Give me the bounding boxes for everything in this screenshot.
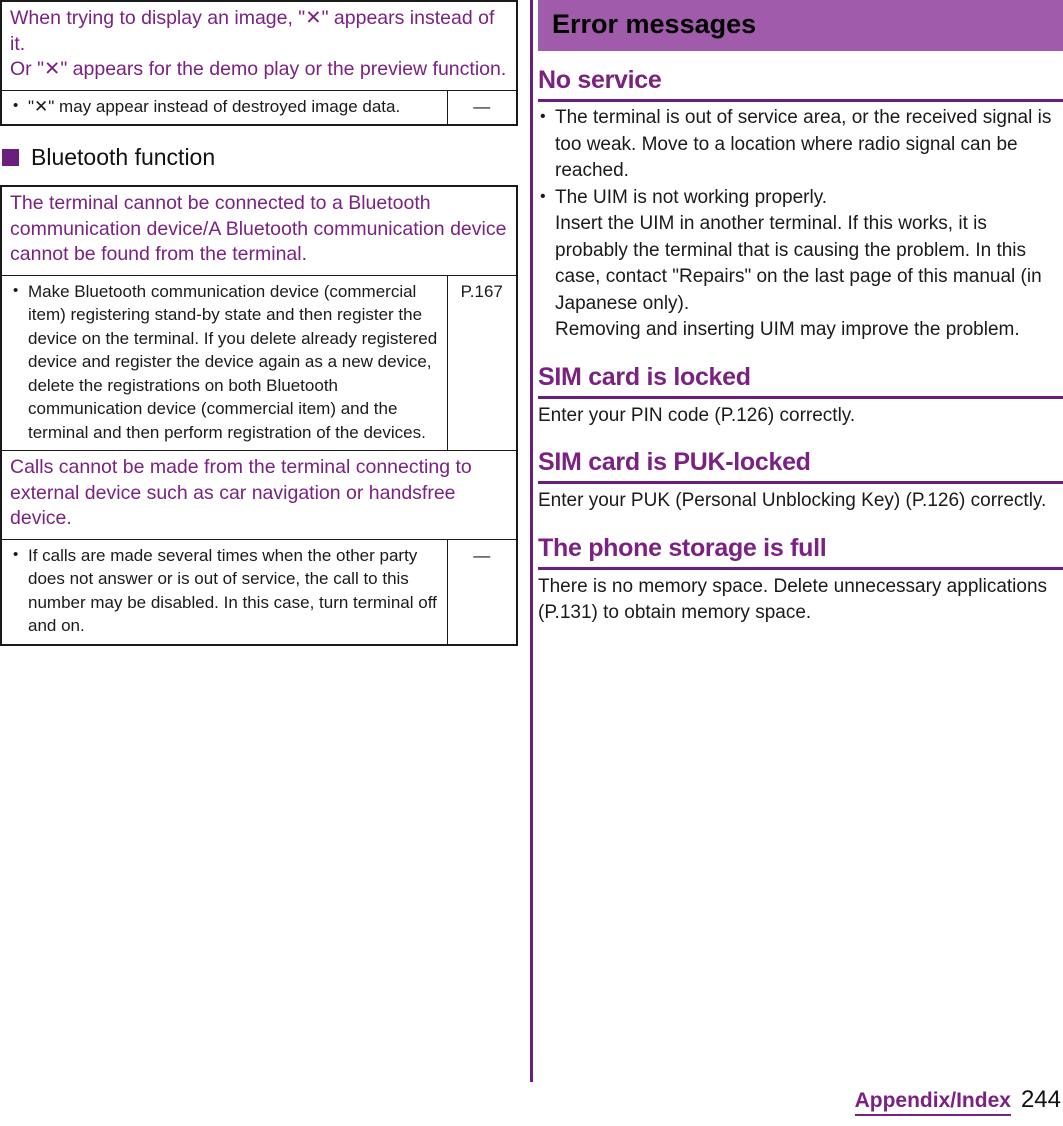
remedy-cell: If calls are made several times when the… — [0, 538, 448, 645]
symptom-header: Calls cannot be made from the terminal c… — [0, 450, 518, 540]
remedy-cell: Make Bluetooth communication device (com… — [0, 274, 448, 451]
list-item: Make Bluetooth communication device (com… — [12, 279, 439, 445]
table-row: "✕" may appear instead of destroyed imag… — [0, 89, 518, 126]
table-row: Calls cannot be made from the terminal c… — [0, 450, 518, 540]
sim-puk-locked-paragraph: Enter your PUK (Personal Unblocking Key)… — [538, 490, 1047, 511]
remedy-cell: "✕" may appear instead of destroyed imag… — [0, 89, 448, 126]
symptom-header-line-1: When trying to display an image, "✕" app… — [10, 7, 495, 55]
section-heading-label: Bluetooth function — [31, 144, 216, 170]
left-column: When trying to display an image, "✕" app… — [0, 0, 519, 646]
troubleshooting-table-image: When trying to display an image, "✕" app… — [0, 0, 519, 126]
column-divider — [530, 0, 533, 1082]
symptom-header-line-2: Or "✕" appears for the demo play or the … — [10, 58, 507, 80]
remedy-list: Make Bluetooth communication device (com… — [12, 279, 439, 445]
storage-full-paragraph: There is no memory space. Delete unneces… — [538, 575, 1048, 624]
table-row: Make Bluetooth communication device (com… — [0, 274, 518, 451]
symptom-header: The terminal cannot be connected to a Bl… — [0, 185, 518, 276]
symptom-header: When trying to display an image, "✕" app… — [0, 1, 518, 91]
subsection-title-sim-locked: SIM card is locked — [538, 362, 1063, 399]
subsection-title-storage-full: The phone storage is full — [538, 533, 1063, 570]
troubleshooting-table-bluetooth: The terminal cannot be connected to a Bl… — [0, 185, 519, 646]
no-service-bullet-list: The terminal is out of service area, or … — [538, 104, 1063, 344]
table-row: When trying to display an image, "✕" app… — [0, 1, 518, 91]
list-item: "✕" may appear instead of destroyed imag… — [12, 94, 439, 119]
list-item: The UIM is not working properly. Insert … — [538, 184, 1063, 344]
chapter-banner-title: Error messages — [538, 0, 1063, 51]
footer-page-number: 244 — [1020, 1086, 1061, 1113]
footer-section-label: Appendix/Index — [854, 1089, 1011, 1116]
subsection-title-sim-puk-locked: SIM card is PUK-locked — [538, 447, 1063, 484]
square-marker-icon — [2, 149, 19, 166]
section-heading-bluetooth: Bluetooth function — [2, 144, 518, 171]
manual-page: When trying to display an image, "✕" app… — [0, 0, 1063, 1126]
remedy-list: If calls are made several times when the… — [12, 543, 439, 638]
list-item: The terminal is out of service area, or … — [538, 104, 1063, 185]
reference-cell: P.167 — [446, 274, 518, 451]
list-item: If calls are made several times when the… — [12, 543, 439, 638]
reference-cell: — — [446, 538, 518, 645]
subsection-title-no-service: No service — [538, 65, 1063, 102]
table-row: The terminal cannot be connected to a Bl… — [0, 185, 518, 276]
right-column: Error messages No service The terminal i… — [538, 0, 1063, 627]
remedy-list: "✕" may appear instead of destroyed imag… — [12, 94, 439, 119]
table-row: If calls are made several times when the… — [0, 538, 518, 645]
reference-cell: — — [446, 89, 518, 126]
page-footer: Appendix/Index 244 — [854, 1086, 1061, 1116]
sim-locked-paragraph: Enter your PIN code (P.126) correctly. — [538, 404, 856, 426]
